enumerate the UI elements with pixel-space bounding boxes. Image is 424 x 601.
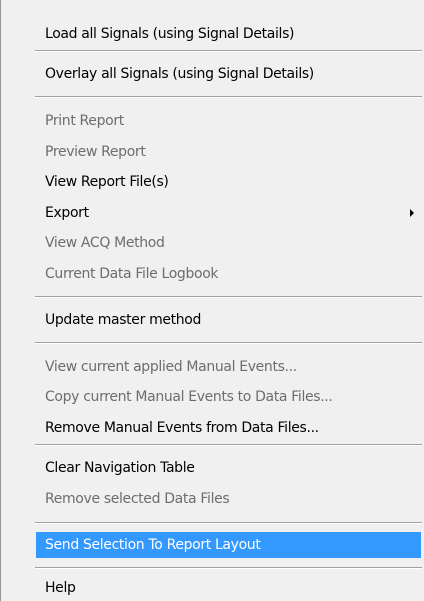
menu-item-send-selection-to-report-layout[interactable]: Send Selection To Report Layout (36, 532, 421, 558)
menu-item-view-manual-events[interactable]: View current applied Manual Events... (35, 354, 418, 380)
submenu-arrow-icon (410, 209, 414, 217)
menu-item-remove-selected-data-files[interactable]: Remove selected Data Files (35, 486, 418, 512)
menu-item-export-label: Export (45, 205, 89, 221)
menu-item-view-acq-method[interactable]: View ACQ Method (35, 230, 418, 256)
menu-item-preview-report[interactable]: Preview Report (35, 139, 418, 165)
menu-item-clear-navigation-table[interactable]: Clear Navigation Table (35, 455, 418, 481)
menu-item-update-master-method[interactable]: Update master method (35, 307, 418, 333)
menu-item-overlay-all-signals[interactable]: Overlay all Signals (using Signal Detail… (35, 61, 418, 87)
menu-item-load-all-signals[interactable]: Load all Signals (using Signal Details) (35, 21, 418, 47)
menu-separator (35, 342, 422, 344)
menu-separator (35, 96, 422, 98)
menu-item-view-report-files[interactable]: View Report File(s) (35, 169, 418, 195)
menu-separator (35, 567, 422, 569)
menu-separator (35, 444, 422, 446)
menu-item-print-report[interactable]: Print Report (35, 108, 418, 134)
menu-item-help[interactable]: Help (35, 575, 418, 601)
menu-item-remove-manual-events[interactable]: Remove Manual Events from Data Files... (35, 415, 418, 441)
menu-separator (35, 296, 422, 298)
menu-item-copy-manual-events[interactable]: Copy current Manual Events to Data Files… (35, 384, 418, 410)
menu-item-current-data-file-logbook[interactable]: Current Data File Logbook (35, 261, 418, 287)
menu-separator (35, 522, 422, 524)
menu-separator (35, 50, 422, 52)
context-menu: Load all Signals (using Signal Details) … (0, 0, 424, 601)
menu-item-export[interactable]: Export (35, 200, 418, 226)
